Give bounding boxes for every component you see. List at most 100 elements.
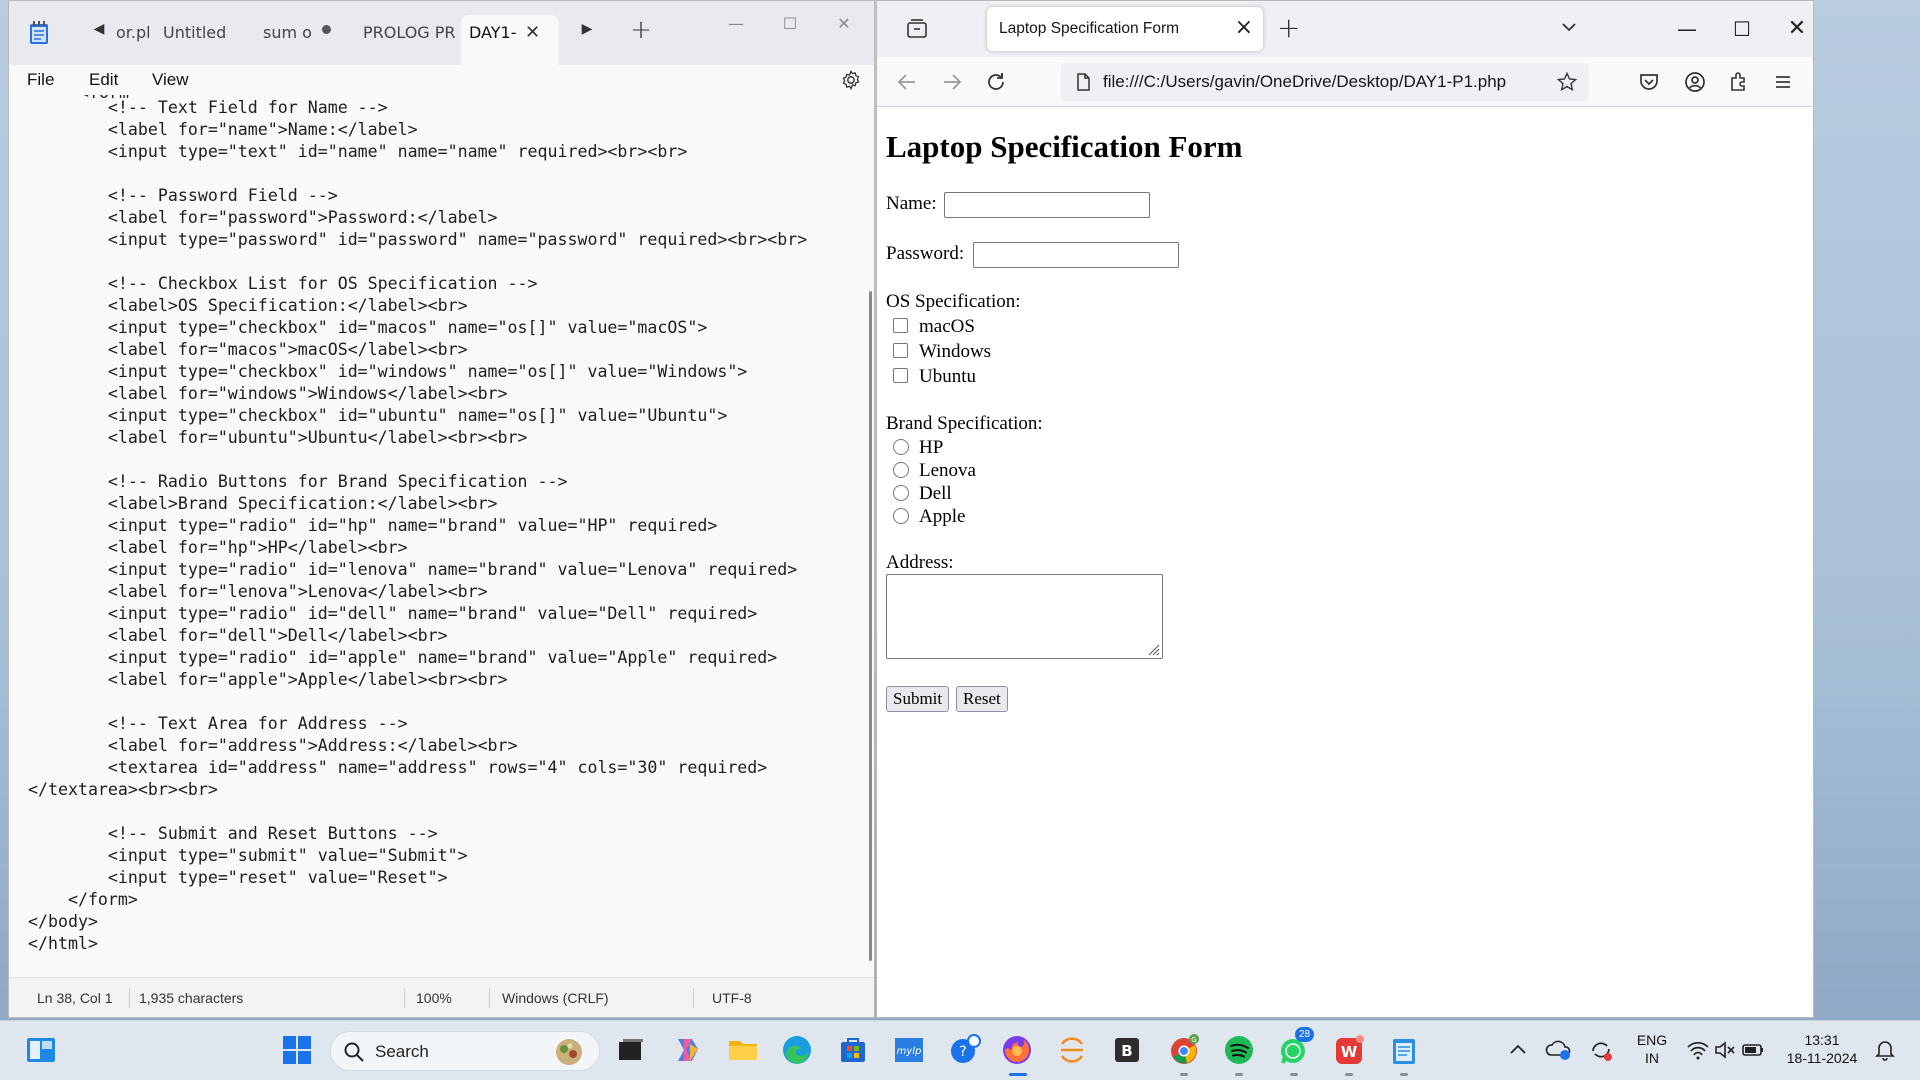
extensions-icon[interactable] <box>1727 70 1751 94</box>
url-bar[interactable]: file:///C:/Users/gavin/OneDrive/Desktop/… <box>1061 63 1589 101</box>
tab-or-pl[interactable]: or.pl <box>116 15 156 51</box>
wifi-icon[interactable] <box>1685 1033 1711 1067</box>
maximize-icon[interactable]: ☐ <box>767 9 813 39</box>
chevron-down-icon[interactable] <box>1557 15 1581 39</box>
windows-checkbox[interactable] <box>893 343 908 358</box>
apple-radio[interactable] <box>893 508 909 524</box>
lenova-radio[interactable] <box>893 462 909 478</box>
web-page-content: Laptop Specification Form Name: Password… <box>877 107 1813 1017</box>
back-arrow-icon[interactable] <box>895 70 919 94</box>
task-view-icon[interactable] <box>614 1033 648 1067</box>
search-icon <box>344 1042 364 1062</box>
tab-untitled[interactable]: Untitled <box>163 15 243 51</box>
new-tab-plus-icon[interactable]: + <box>1277 11 1300 44</box>
notification-bell-icon[interactable] <box>1872 1033 1898 1067</box>
macos-option-label[interactable]: macOS <box>919 316 975 338</box>
settings-gear-icon[interactable] <box>840 69 862 91</box>
status-divider <box>693 988 694 1008</box>
brand-spec-label: Brand Specification: <box>886 413 1043 434</box>
menu-view[interactable]: View <box>152 65 189 95</box>
new-tab-plus-icon[interactable]: + <box>629 15 653 45</box>
notepad-taskbar-icon[interactable] <box>1387 1033 1421 1067</box>
name-label: Name: <box>886 193 937 214</box>
scroll-tabs-right-icon[interactable]: ▶ <box>575 21 599 37</box>
submit-button[interactable]: Submit <box>886 686 950 712</box>
battery-icon[interactable] <box>1740 1033 1766 1067</box>
dell-option-label[interactable]: Dell <box>919 483 952 505</box>
browser-tab-active[interactable]: Laptop Specification Form × <box>987 7 1263 51</box>
vertical-scrollbar[interactable] <box>866 95 874 979</box>
encoding[interactable]: UTF-8 <box>712 990 752 1006</box>
password-label: Password: <box>886 243 965 264</box>
show-hidden-icons-chevron-up-icon[interactable] <box>1505 1033 1531 1067</box>
menu-file[interactable]: File <box>27 65 54 95</box>
line-ending[interactable]: Windows (CRLF) <box>502 990 609 1006</box>
name-input[interactable] <box>944 192 1150 218</box>
file-explorer-icon[interactable] <box>726 1033 760 1067</box>
notepad-text-editor[interactable]: <form <!-- Text Field for Name --> <labe… <box>9 95 867 979</box>
menu-edit[interactable]: Edit <box>89 65 118 95</box>
reset-button[interactable]: Reset <box>956 686 1008 712</box>
edge-browser-icon[interactable] <box>780 1033 814 1067</box>
bookmark-star-icon[interactable] <box>1557 72 1577 92</box>
copilot-icon[interactable] <box>670 1033 704 1067</box>
close-tab-icon[interactable]: ✕ <box>525 15 540 51</box>
ubuntu-checkbox[interactable] <box>893 368 908 383</box>
spotify-icon[interactable] <box>1222 1033 1256 1067</box>
lenova-option-label[interactable]: Lenova <box>919 460 976 482</box>
feedback-hub-icon[interactable]: ? <box>948 1033 982 1067</box>
minimize-icon[interactable]: — <box>1667 11 1707 47</box>
onedrive-cloud-icon[interactable] <box>1545 1033 1573 1067</box>
code-line: <!-- Password Field --> <box>28 186 338 205</box>
firefox-icon[interactable] <box>1000 1033 1034 1067</box>
scroll-tabs-left-icon[interactable]: ◀ <box>87 21 111 37</box>
close-window-icon[interactable]: ✕ <box>821 9 867 39</box>
unsaved-dot-icon <box>322 25 331 34</box>
scrollbar-thumb[interactable] <box>869 291 872 961</box>
windows-option-label[interactable]: Windows <box>919 341 991 363</box>
resize-grip-icon[interactable] <box>1146 642 1160 656</box>
hp-radio[interactable] <box>893 439 909 455</box>
microsoft-store-icon[interactable] <box>836 1033 870 1067</box>
close-window-icon[interactable]: ✕ <box>1777 11 1817 47</box>
tab-day1-active[interactable]: DAY1- ✕ <box>461 15 559 65</box>
close-tab-icon[interactable]: × <box>1235 15 1253 40</box>
address-label: Address: <box>886 552 954 573</box>
mylp-app-icon[interactable]: mylp <box>892 1033 926 1067</box>
start-windows-icon[interactable] <box>280 1033 314 1067</box>
notepad-window: ◀ or.pl Untitled sum o PROLOG PRC DAY1- … <box>8 0 875 1018</box>
status-divider <box>404 988 405 1008</box>
page-info-icon[interactable] <box>1073 72 1093 92</box>
sync-icon[interactable] <box>1587 1033 1615 1067</box>
tab-sum[interactable]: sum o <box>263 15 315 51</box>
macos-checkbox[interactable] <box>893 318 908 333</box>
eclipse-ide-icon[interactable] <box>1055 1033 1089 1067</box>
speaker-muted-icon[interactable] <box>1713 1033 1737 1067</box>
apple-option-label[interactable]: Apple <box>919 506 965 528</box>
ubuntu-option-label[interactable]: Ubuntu <box>919 366 976 388</box>
code-line: <label for="hp">HP</label><br> <box>28 538 408 557</box>
b-app-icon[interactable]: B <box>1110 1033 1144 1067</box>
clock-time: 13:31 <box>1804 1032 1840 1048</box>
forward-arrow-icon[interactable] <box>940 70 964 94</box>
url-text[interactable]: file:///C:/Users/gavin/OneDrive/Desktop/… <box>1103 72 1506 92</box>
zoom-level[interactable]: 100% <box>416 990 452 1006</box>
hp-option-label[interactable]: HP <box>919 437 943 459</box>
tab-prolog[interactable]: PROLOG PRC <box>363 15 455 51</box>
dell-radio[interactable] <box>893 485 909 501</box>
account-icon[interactable] <box>1683 70 1707 94</box>
minimize-icon[interactable]: — <box>713 9 759 39</box>
taskbar-search-box[interactable]: Search <box>330 1031 600 1071</box>
hamburger-menu-icon[interactable] <box>1771 70 1795 94</box>
address-textarea[interactable] <box>886 574 1163 659</box>
input-language-indicator[interactable]: ENG IN <box>1630 1031 1674 1067</box>
wps-office-icon[interactable]: W <box>1332 1033 1366 1067</box>
password-input[interactable] <box>973 242 1179 268</box>
widgets-icon[interactable] <box>24 1033 58 1067</box>
chrome-icon[interactable]: G <box>1167 1033 1201 1067</box>
maximize-icon[interactable]: ☐ <box>1722 11 1762 47</box>
list-all-tabs-icon[interactable] <box>905 17 929 41</box>
pocket-icon[interactable] <box>1637 70 1661 94</box>
reload-icon[interactable] <box>984 70 1008 94</box>
clock-area[interactable]: 13:31 18-11-2024 <box>1772 1031 1872 1067</box>
